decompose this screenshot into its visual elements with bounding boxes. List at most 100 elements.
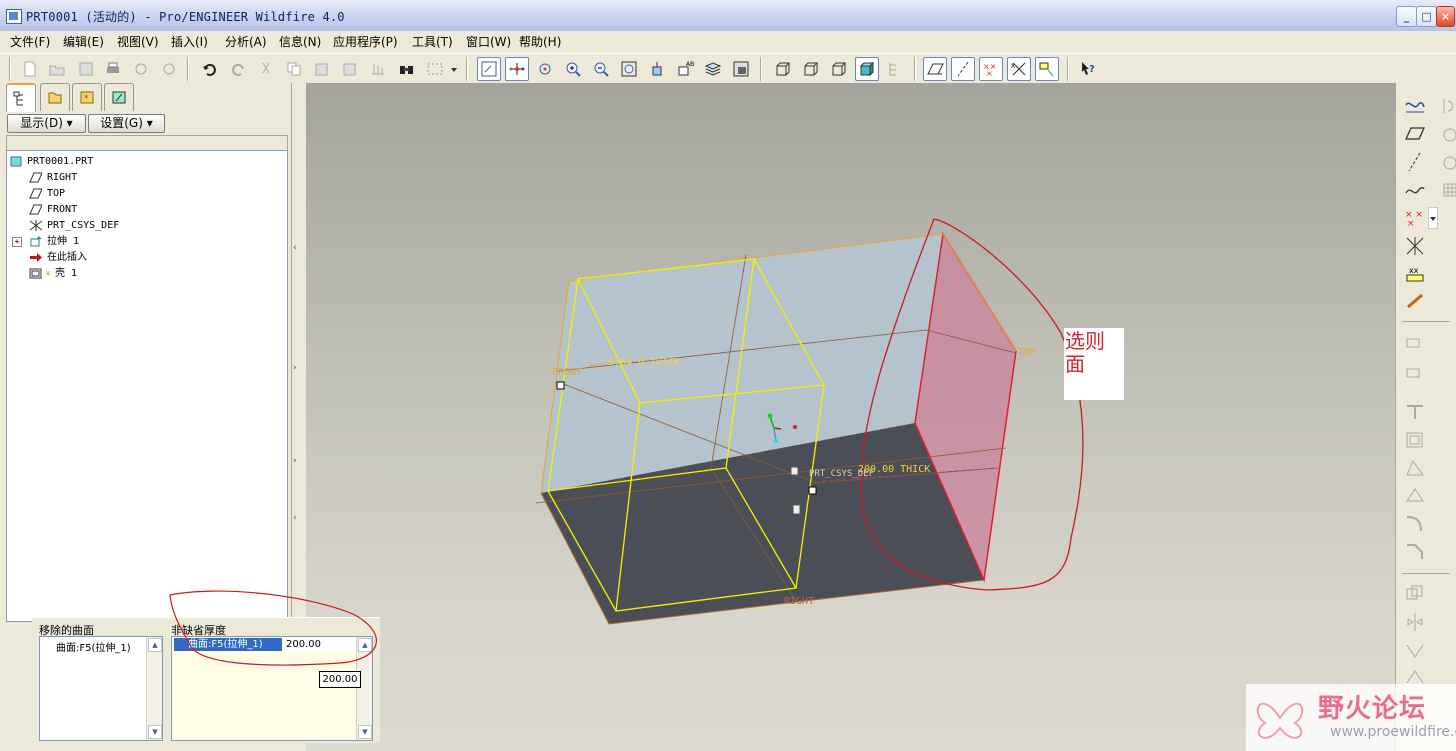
- collapse-arrow-icon[interactable]: ‹: [293, 513, 301, 523]
- datum-point-tool-icon[interactable]: × × ×: [1404, 207, 1426, 229]
- select-box-icon[interactable]: [423, 57, 447, 81]
- point-dropdown-icon[interactable]: [1427, 206, 1439, 230]
- tab-folder-browser[interactable]: [40, 83, 70, 111]
- cut-icon[interactable]: [254, 57, 278, 81]
- graphics-window[interactable]: FRONT 6.64 O_THICK TOP 200.00 THICK PRT_…: [306, 83, 1395, 751]
- sweep-icon-col2[interactable]: [1440, 123, 1456, 145]
- merge-tool-icon[interactable]: [1404, 639, 1426, 661]
- repaint-icon[interactable]: [477, 57, 501, 81]
- copy-feature-icon[interactable]: [1404, 583, 1426, 605]
- saved-views-icon[interactable]: AB: [673, 57, 697, 81]
- mail-attach-icon[interactable]: [157, 57, 181, 81]
- rib-tool-icon[interactable]: [1404, 401, 1426, 423]
- expand-arrow-icon[interactable]: ›: [293, 363, 301, 373]
- layers-icon[interactable]: [701, 57, 725, 81]
- context-help-icon[interactable]: ?: [1076, 57, 1100, 81]
- settings-menu-button[interactable]: 设置(G) ▾: [88, 114, 165, 133]
- mirror-tool-icon[interactable]: [1404, 611, 1426, 633]
- view-manager-icon[interactable]: [729, 57, 753, 81]
- sketch-tool-icon[interactable]: [1404, 95, 1426, 117]
- tree-item-label: PRT_CSYS_DEF: [47, 220, 120, 231]
- watermark-url: www.proewildfire.cn: [1330, 724, 1456, 740]
- zoom-in-icon[interactable]: [561, 57, 585, 81]
- zoom-out-icon[interactable]: [589, 57, 613, 81]
- scroll-down-icon[interactable]: ▼: [148, 725, 162, 739]
- analysis-feature-icon[interactable]: xx: [1404, 263, 1426, 285]
- thickness-label-1[interactable]: 6.64 O_THICK: [608, 357, 680, 368]
- datum-curve-tool-icon[interactable]: [1404, 179, 1426, 201]
- blend-icon-col2[interactable]: [1440, 151, 1456, 173]
- datum-plane-icon: [29, 188, 42, 199]
- scroll-down-icon[interactable]: ▼: [358, 725, 372, 739]
- paste-special-icon[interactable]: [338, 57, 362, 81]
- minimize-button[interactable]: _: [1396, 6, 1417, 27]
- csys-tool-icon[interactable]: [1404, 235, 1426, 257]
- reorient-icon[interactable]: [645, 57, 669, 81]
- menu-edit[interactable]: 编辑(E): [63, 33, 104, 50]
- extrude-tool-icon[interactable]: [1404, 333, 1426, 355]
- new-file-icon[interactable]: [18, 57, 42, 81]
- mail-icon[interactable]: [129, 57, 153, 81]
- wireframe-icon[interactable]: [771, 57, 795, 81]
- chain-tool-icon[interactable]: [1404, 291, 1426, 313]
- hole-tool-icon[interactable]: [1404, 485, 1426, 507]
- folder-icon: [48, 92, 62, 104]
- save-icon[interactable]: [74, 57, 98, 81]
- regenerate-icon[interactable]: [366, 57, 390, 81]
- find-icon[interactable]: [395, 57, 419, 81]
- no-hidden-icon[interactable]: [827, 57, 851, 81]
- select-dropdown-icon[interactable]: [447, 57, 459, 81]
- collapse-arrow-icon[interactable]: ‹: [293, 243, 301, 253]
- chamfer-tool-icon[interactable]: [1404, 541, 1426, 563]
- undo-icon[interactable]: [198, 57, 222, 81]
- menu-file[interactable]: 文件(F): [10, 33, 50, 50]
- revolve-icon-col2[interactable]: [1440, 95, 1456, 117]
- redo-icon[interactable]: [226, 57, 250, 81]
- menu-view[interactable]: 视图(V): [117, 33, 159, 50]
- round-tool-icon[interactable]: [1404, 513, 1426, 535]
- menu-analysis[interactable]: 分析(A): [225, 33, 267, 50]
- model-viewport[interactable]: [306, 83, 1395, 751]
- open-file-icon[interactable]: [45, 57, 69, 81]
- draft-tool-icon[interactable]: [1404, 457, 1426, 479]
- datum-plane-tool-icon[interactable]: [1404, 123, 1426, 145]
- menu-info[interactable]: 信息(N): [279, 33, 321, 50]
- shading-icon[interactable]: [855, 57, 879, 81]
- menu-insert[interactable]: 插入(I): [171, 33, 208, 50]
- annotation-toggle-icon[interactable]: [1035, 57, 1059, 81]
- revolve-tool-icon[interactable]: [1404, 361, 1426, 383]
- datum-axes-toggle-icon[interactable]: [951, 57, 975, 81]
- panel-splitter[interactable]: ‹ › › ‹: [291, 83, 306, 623]
- datum-points-toggle-icon[interactable]: ×× ×: [979, 57, 1003, 81]
- menu-tools[interactable]: 工具(T): [412, 33, 453, 50]
- print-icon[interactable]: [101, 57, 125, 81]
- menu-help[interactable]: 帮助(H): [519, 33, 561, 50]
- datum-plane-icon: [29, 204, 42, 215]
- tab-favorites[interactable]: *: [72, 83, 102, 111]
- removed-surface-item[interactable]: 曲面:F5(拉伸_1): [56, 639, 131, 654]
- close-button[interactable]: ×: [1436, 6, 1455, 27]
- copy-icon[interactable]: [282, 57, 306, 81]
- maximize-button[interactable]: □: [1416, 6, 1437, 27]
- paste-icon[interactable]: [310, 57, 334, 81]
- window-title: PRT0001 (活动的) - Pro/ENGINEER Wildfire 4.…: [26, 10, 345, 24]
- menu-window[interactable]: 窗口(W): [466, 33, 511, 50]
- model-tree-toggle-icon[interactable]: [883, 57, 907, 81]
- hidden-line-icon[interactable]: [799, 57, 823, 81]
- datum-planes-toggle-icon[interactable]: [923, 57, 947, 81]
- tab-model-tree[interactable]: [6, 83, 36, 112]
- pattern-icon-col2[interactable]: [1440, 179, 1456, 201]
- tab-connections[interactable]: [104, 83, 134, 111]
- orient-mode-icon[interactable]: [533, 57, 557, 81]
- csys-toggle-icon[interactable]: X: [1007, 57, 1031, 81]
- refit-icon[interactable]: [617, 57, 641, 81]
- menu-applications[interactable]: 应用程序(P): [333, 33, 398, 50]
- spin-center-icon[interactable]: [505, 57, 529, 81]
- datum-axis-tool-icon[interactable]: [1404, 151, 1426, 173]
- expand-toggle-icon[interactable]: +: [12, 237, 22, 247]
- show-menu-button[interactable]: 显示(D) ▾: [7, 114, 86, 133]
- shell-tool-icon[interactable]: [1404, 429, 1426, 451]
- tree-item-label: 壳 1: [55, 268, 78, 279]
- removed-surfaces-list[interactable]: 曲面:F5(拉伸_1) ▲ ▼: [39, 636, 163, 741]
- expand-arrow-icon[interactable]: ›: [293, 456, 301, 466]
